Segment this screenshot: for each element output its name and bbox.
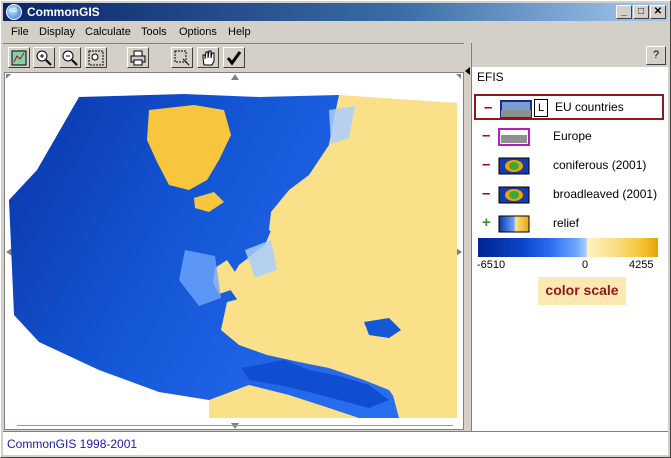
menu-display[interactable]: Display <box>39 26 75 38</box>
layer-row-eu-countries[interactable]: – L EU countries <box>474 94 664 120</box>
layer-row-relief[interactable]: + relief <box>474 211 664 237</box>
color-scale-bar <box>478 238 658 257</box>
menu-file[interactable]: File <box>11 26 29 38</box>
label-toggle[interactable]: L <box>534 99 548 117</box>
corner-arrow-icon[interactable] <box>456 74 461 79</box>
color-scale-caption: color scale <box>538 277 626 305</box>
hide-layer-icon[interactable]: – <box>484 100 492 115</box>
hand-icon <box>202 50 215 66</box>
relief-layer-icon <box>498 215 530 233</box>
printer-icon <box>130 50 146 66</box>
app-logo-icon: cG <box>6 4 22 20</box>
zoom-out-button[interactable] <box>59 47 81 68</box>
raster-layer-icon <box>498 157 530 175</box>
app-window: cG CommonGIS _ □ ✕ File Display Calculat… <box>0 0 671 458</box>
layer-row-coniferous[interactable]: – coniferous (2001) <box>474 153 664 179</box>
maximize-button[interactable]: □ <box>633 5 649 19</box>
pan-down-arrow-icon[interactable] <box>231 423 239 429</box>
raster-layer-icon <box>498 186 530 204</box>
title-bar[interactable]: cG CommonGIS _ □ ✕ <box>3 3 668 21</box>
map-extent-icon <box>11 50 27 66</box>
menu-calculate[interactable]: Calculate <box>85 26 131 38</box>
show-layer-icon[interactable]: + <box>482 215 491 230</box>
menu-tools[interactable]: Tools <box>141 26 167 38</box>
print-button[interactable] <box>127 47 149 68</box>
layer-label: broadleaved (2001) <box>553 187 658 201</box>
zoom-in-button[interactable] <box>33 47 55 68</box>
layer-label: coniferous (2001) <box>553 158 647 172</box>
area-layer-icon <box>500 100 532 118</box>
hide-layer-icon[interactable]: – <box>482 128 490 143</box>
zoom-out-icon <box>62 50 78 66</box>
status-text: CommonGIS 1998-2001 <box>7 437 138 451</box>
split-divider[interactable] <box>464 43 470 431</box>
scale-min-label: -6510 <box>477 259 506 271</box>
status-bar: CommonGIS 1998-2001 <box>3 431 668 455</box>
legend-title: EFIS <box>477 70 504 84</box>
select-rectangle-icon <box>174 50 190 66</box>
checkmark-icon <box>226 51 242 66</box>
zoom-window-icon <box>88 50 104 66</box>
layer-row-europe[interactable]: – Europe <box>474 124 664 150</box>
map-canvas[interactable] <box>4 72 464 430</box>
legend-panel: ? EFIS – L EU countries – Europe – conif… <box>471 43 668 431</box>
select-rectangle-button[interactable] <box>171 47 193 68</box>
minimize-button[interactable]: _ <box>616 5 632 19</box>
zoom-in-icon <box>36 50 52 66</box>
scale-zero-label: 0 <box>582 259 589 271</box>
collapse-arrow-icon[interactable] <box>465 67 470 75</box>
hide-layer-icon[interactable]: – <box>482 186 490 201</box>
legend-header: ? <box>472 43 668 67</box>
layer-label: EU countries <box>555 100 624 114</box>
menu-help[interactable]: Help <box>228 26 251 38</box>
map-extent-button[interactable] <box>8 47 30 68</box>
zoom-window-button[interactable] <box>85 47 107 68</box>
relief-map <box>9 94 457 418</box>
window-title: CommonGIS <box>27 5 100 19</box>
layer-label: relief <box>553 216 580 230</box>
layer-label: Europe <box>553 129 592 143</box>
hide-layer-icon[interactable]: – <box>482 157 490 172</box>
corner-arrow-icon[interactable] <box>6 74 11 79</box>
toolbar <box>3 43 465 70</box>
apply-button[interactable] <box>223 47 245 68</box>
menu-bar: File Display Calculate Tools Options Hel… <box>3 23 668 42</box>
layer-row-broadleaved[interactable]: – broadleaved (2001) <box>474 182 664 208</box>
pan-button[interactable] <box>197 47 219 68</box>
help-button[interactable]: ? <box>646 46 666 65</box>
close-button[interactable]: ✕ <box>650 5 666 19</box>
scale-max-label: 4255 <box>629 259 654 271</box>
map-bottom-line <box>17 425 453 426</box>
menu-options[interactable]: Options <box>179 26 217 38</box>
area-layer-icon <box>498 128 530 146</box>
